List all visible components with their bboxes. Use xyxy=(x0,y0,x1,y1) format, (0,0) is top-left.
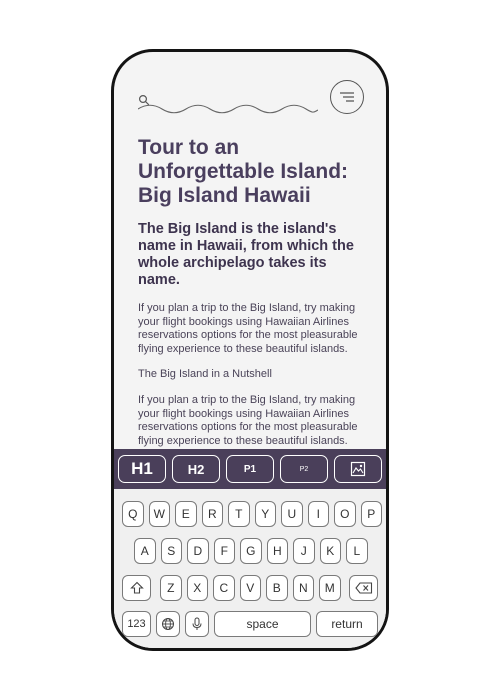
key-s[interactable]: S xyxy=(160,538,183,564)
key-l[interactable]: L xyxy=(346,538,368,564)
format-toolbar: H1 H2 P1 P2 xyxy=(114,449,386,489)
p1-label: P1 xyxy=(243,463,257,475)
key-return[interactable]: return xyxy=(316,611,378,637)
article-title: Tour to an Unforgettable Island: Big Isl… xyxy=(138,136,349,207)
key-t[interactable]: T xyxy=(228,501,250,527)
key-label: D xyxy=(193,544,203,558)
key-label: S xyxy=(167,544,176,558)
key-p[interactable]: P xyxy=(360,501,383,527)
article-lead: The Big Island is the island's name in H… xyxy=(138,221,354,288)
key-backspace[interactable] xyxy=(349,575,378,601)
article-paragraph-1: If you plan a trip to the Big Island, tr… xyxy=(138,302,358,355)
key-v[interactable]: V xyxy=(239,575,262,601)
key-r[interactable]: R xyxy=(201,501,224,527)
key-c[interactable]: C xyxy=(213,575,235,601)
key-numbers-label: 123 xyxy=(127,618,146,630)
key-w[interactable]: W xyxy=(148,501,171,527)
key-label: L xyxy=(353,544,361,558)
shift-icon xyxy=(129,581,144,594)
key-d[interactable]: D xyxy=(187,538,209,564)
h2-button[interactable]: H2 xyxy=(172,455,220,483)
key-space[interactable]: space xyxy=(214,611,311,637)
key-g[interactable]: G xyxy=(240,538,262,564)
key-shift[interactable] xyxy=(122,575,151,601)
key-label: T xyxy=(235,507,243,521)
key-i[interactable]: I xyxy=(307,501,330,527)
key-label: R xyxy=(207,507,217,521)
key-label: Y xyxy=(261,507,270,521)
key-label: I xyxy=(316,507,320,521)
key-return-label: return xyxy=(331,617,363,631)
h2-label: H2 xyxy=(187,461,205,477)
insert-image-button[interactable] xyxy=(334,455,382,483)
image-icon xyxy=(350,461,366,477)
key-label: K xyxy=(326,544,335,558)
key-z[interactable]: Z xyxy=(160,575,182,601)
keyboard: 123 space return Q W E R T Y U I O P A S D F G H J K L Z X C V… xyxy=(114,489,386,648)
key-numbers[interactable]: 123 xyxy=(122,611,151,637)
key-label: J xyxy=(300,544,307,558)
key-u[interactable]: U xyxy=(281,501,303,527)
key-label: O xyxy=(340,507,350,521)
globe-icon xyxy=(162,618,174,630)
key-a[interactable]: A xyxy=(134,538,156,564)
key-label: N xyxy=(298,581,308,595)
key-label: W xyxy=(153,507,165,521)
backspace-icon xyxy=(354,582,372,594)
key-f[interactable]: F xyxy=(213,538,236,564)
key-e[interactable]: E xyxy=(175,501,197,527)
key-k[interactable]: K xyxy=(319,538,342,564)
article-content[interactable]: Tour to an Unforgettable Island: Big Isl… xyxy=(138,136,370,448)
microphone-icon xyxy=(192,617,202,630)
phone-frame: Tour to an Unforgettable Island: Big Isl… xyxy=(111,49,389,651)
key-label: E xyxy=(181,507,190,521)
key-j[interactable]: J xyxy=(293,538,315,564)
h1-label: H1 xyxy=(131,459,153,478)
search-bar[interactable] xyxy=(138,84,318,116)
key-label: X xyxy=(193,581,202,595)
key-label: B xyxy=(272,581,281,595)
key-label: M xyxy=(324,581,335,595)
key-label: Z xyxy=(167,581,175,595)
key-globe[interactable] xyxy=(156,611,180,637)
section-label: The Big Island in a Nutshell xyxy=(138,368,272,380)
key-label: C xyxy=(219,581,229,595)
menu-button[interactable] xyxy=(330,80,364,114)
p2-label: P2 xyxy=(299,465,309,473)
key-label: V xyxy=(246,581,255,595)
key-label: F xyxy=(220,544,228,558)
key-label: Q xyxy=(128,507,138,521)
key-label: U xyxy=(287,507,297,521)
key-label: G xyxy=(246,544,256,558)
key-n[interactable]: N xyxy=(292,575,315,601)
p2-button[interactable]: P2 xyxy=(280,455,328,483)
p1-button[interactable]: P1 xyxy=(226,455,274,483)
key-label: H xyxy=(272,544,282,558)
h1-button[interactable]: H1 xyxy=(118,455,166,483)
key-o[interactable]: O xyxy=(334,501,356,527)
key-y[interactable]: Y xyxy=(254,501,277,527)
article-paragraph-2: If you plan a trip to the Big Island, tr… xyxy=(138,394,358,447)
key-b[interactable]: B xyxy=(266,575,288,601)
key-x[interactable]: X xyxy=(186,575,209,601)
key-label: P xyxy=(367,507,376,521)
menu-icon xyxy=(340,92,354,102)
key-space-label: space xyxy=(246,617,279,631)
key-q[interactable]: Q xyxy=(122,501,144,527)
key-microphone[interactable] xyxy=(185,611,209,637)
key-h[interactable]: H xyxy=(266,538,289,564)
key-m[interactable]: M xyxy=(319,575,341,601)
search-wave-line xyxy=(138,104,318,114)
key-label: A xyxy=(140,544,149,558)
